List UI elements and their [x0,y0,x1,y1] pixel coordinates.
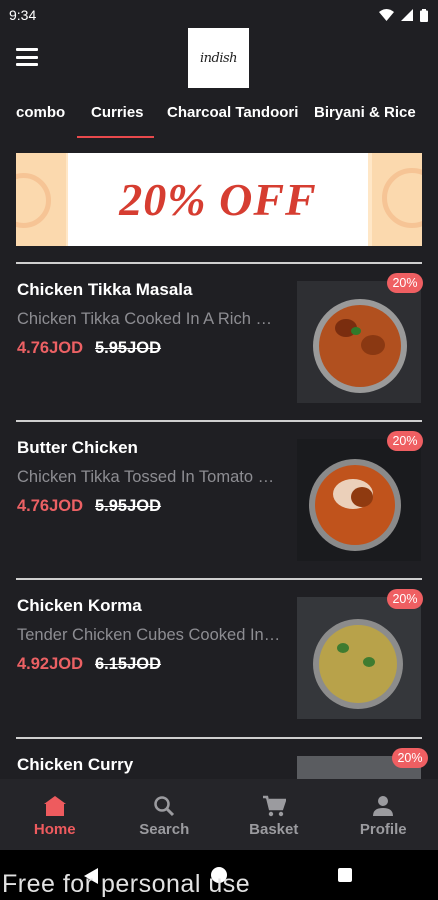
bottom-navigation: Home Search Basket Profile [0,779,438,850]
nav-label: Search [139,821,190,838]
recent-apps-icon[interactable] [338,868,352,882]
nav-home[interactable]: Home [0,779,110,850]
wifi-icon [379,9,394,21]
menu-item[interactable]: Butter Chicken Chicken Tikka Tossed In T… [16,422,423,562]
nav-search[interactable]: Search [110,779,220,850]
discount-badge: 20% [387,589,423,609]
banner-text: 20% OFF [119,174,317,225]
search-icon [151,793,177,819]
active-tab-indicator [77,136,154,138]
discount-badge: 20% [387,273,423,293]
watermark: Free for personal use [2,870,251,898]
item-price: 4.76JOD [17,339,84,357]
item-price: 4.92JOD [17,655,84,673]
status-time: 9:34 [9,7,37,23]
tab-charcoal-tandoori[interactable]: Charcoal Tandoori [167,104,298,121]
herb-garnish [337,643,349,653]
item-description: Tender Chicken Cubes Cooked In… [17,626,281,644]
nav-basket[interactable]: Basket [219,779,329,850]
discount-badge: 20% [392,748,428,768]
cell-signal-icon [401,9,413,21]
nav-profile[interactable]: Profile [329,779,438,850]
herb-garnish [363,657,375,667]
app-bar: indish [0,28,438,90]
menu-icon[interactable] [16,48,38,66]
tab-combo[interactable]: combo [16,104,65,121]
banner-pattern-left [16,153,66,246]
curry [319,305,401,387]
curry [319,625,397,703]
item-image [297,597,421,719]
item-image [297,439,421,561]
tab-biryani-rice[interactable]: Biryani & Rice [314,104,416,121]
item-old-price: 5.95JOD [95,339,162,357]
menu-item[interactable]: Chicken Korma Tender Chicken Cubes Cooke… [16,580,423,720]
app-screen: 9:34 indish combo Curries Charcoal Tando… [0,0,438,900]
menu-item[interactable]: Chicken Curry [16,739,422,779]
nav-label: Profile [359,821,407,838]
menu-item[interactable]: Chicken Tikka Masala Chicken Tikka Cooke… [16,264,423,404]
category-tabs: combo Curries Charcoal Tandoori Biryani … [0,90,438,138]
banner-swirl [382,168,422,228]
herb-garnish [351,327,361,335]
item-description: Chicken Tikka Cooked In A Rich … [17,310,272,328]
curry-piece [361,335,385,355]
home-icon [42,793,68,819]
banner-center: 20% OFF [68,153,368,246]
banner-pattern-right [372,153,422,246]
item-name: Chicken Tikka Masala [17,280,193,299]
item-description: Chicken Tikka Tossed In Tomato … [17,468,275,486]
banner-swirl [16,173,51,228]
status-bar: 9:34 [0,0,438,30]
brand-logo: indish [188,28,249,88]
item-image [297,281,421,403]
item-name: Chicken Korma [17,596,142,615]
tab-curries[interactable]: Curries [91,104,144,121]
battery-icon [420,8,428,22]
discount-badge: 20% [387,431,423,451]
item-name: Butter Chicken [17,438,138,457]
status-icons [379,8,428,22]
nav-label: Home [33,821,76,838]
item-price: 4.76JOD [17,497,84,515]
curry-piece [351,487,373,507]
person-icon [370,793,396,819]
promo-banner[interactable]: 20% OFF [16,153,422,246]
logo-text: indish [199,50,238,66]
item-name: Chicken Curry [17,755,134,774]
cart-icon [261,793,287,819]
item-old-price: 5.95JOD [95,497,162,515]
nav-label: Basket [249,821,299,838]
item-old-price: 6.15JOD [95,655,162,673]
